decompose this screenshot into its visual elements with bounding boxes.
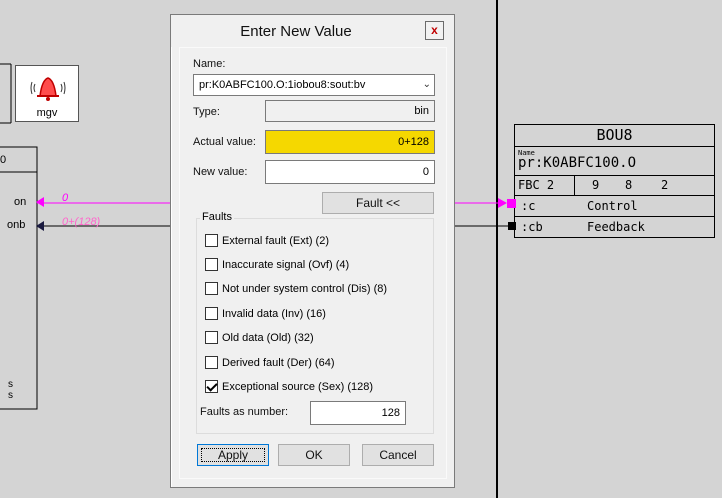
bou8-pin-cb: :cb — [521, 220, 543, 234]
faults-number-input[interactable]: 128 — [310, 401, 406, 425]
name-select[interactable]: pr:K0ABFC100.O:1iobou8:sout:bv ⌄ — [193, 74, 435, 96]
bou8-divider-1 — [515, 146, 714, 147]
bou8-num2: 8 — [625, 178, 633, 192]
fault-checkbox-ovf[interactable]: Inaccurate signal (Ovf) (4) — [205, 258, 349, 274]
signal-onb-value: 0+(128) — [62, 216, 101, 228]
actual-value-field: 0+128 — [265, 130, 435, 154]
alarm-block[interactable]: mgv — [15, 65, 79, 122]
bou8-pin-c-desc: Control — [587, 199, 638, 213]
bou8-pin-cb-desc: Feedback — [587, 220, 645, 234]
bou8-input-c-marker — [498, 198, 507, 208]
focus-rect — [201, 448, 265, 462]
dialog-title-bar[interactable]: Enter New Value x — [171, 15, 454, 47]
bou8-pin-c: :c — [521, 199, 536, 213]
bou8-input-c-square — [507, 199, 516, 208]
bou8-divider-3 — [515, 195, 714, 196]
left-block-s2: s — [8, 390, 13, 401]
fault-label: Not under system control (Dis) (8) — [222, 283, 388, 295]
fault-label: Inaccurate signal (Ovf) (4) — [222, 259, 350, 271]
name-select-value: pr:K0ABFC100.O:1iobou8:sout:bv — [199, 79, 366, 91]
checkbox[interactable] — [205, 331, 218, 344]
chevron-down-icon[interactable]: ⌄ — [423, 75, 431, 95]
ok-button[interactable]: OK — [278, 444, 350, 466]
fault-checkbox-sex[interactable]: Exceptional source (Sex) (128) — [205, 380, 373, 396]
name-label: Name: — [193, 58, 226, 70]
fault-toggle-button[interactable]: Fault << — [322, 192, 434, 214]
type-field: bin — [265, 100, 435, 122]
checkbox-checked[interactable] — [205, 380, 218, 393]
faults-number-label: Faults as number: — [200, 406, 289, 418]
pin-onb-label: onb — [7, 219, 26, 231]
fault-label: Invalid data (Inv) (16) — [222, 308, 326, 320]
bou8-block[interactable]: BOU8 Name pr:K0ABFC100.O FBC 2 9 8 2 :c … — [514, 124, 715, 238]
checkbox[interactable] — [205, 356, 218, 369]
fault-label: Derived fault (Der) (64) — [222, 357, 335, 369]
left-block-header: 0 — [0, 154, 7, 166]
close-icon: x — [431, 23, 438, 37]
bou8-divider-v — [574, 175, 575, 195]
checkbox[interactable] — [205, 234, 218, 247]
bell-icon — [30, 72, 66, 107]
faults-group-title: Faults — [200, 211, 234, 223]
fault-label: Old data (Old) (32) — [222, 332, 314, 344]
cancel-button[interactable]: Cancel — [362, 444, 434, 466]
signal-on-value: 0 — [62, 192, 69, 204]
fault-label: External fault (Ext) (2) — [222, 235, 329, 247]
actual-value-label: Actual value: — [193, 136, 256, 148]
new-value-label: New value: — [193, 166, 248, 178]
pin-on-label: on — [14, 196, 27, 208]
fault-label: Exceptional source (Sex) (128) — [222, 381, 374, 393]
bou8-title: BOU8 — [596, 126, 633, 144]
checkbox[interactable] — [205, 258, 218, 271]
checkbox[interactable] — [205, 282, 218, 295]
bou8-fbc: FBC 2 — [518, 178, 555, 192]
alarm-label: mgv — [36, 107, 58, 119]
new-value-input[interactable]: 0 — [265, 160, 435, 184]
fault-checkbox-inv[interactable]: Invalid data (Inv) (16) — [205, 307, 326, 323]
fault-checkbox-dis[interactable]: Not under system control (Dis) (8) — [205, 282, 387, 298]
bou8-input-cb-square — [508, 222, 516, 230]
type-label: Type: — [193, 106, 220, 118]
left-block-s1: s — [8, 379, 13, 390]
dialog-title: Enter New Value — [240, 23, 352, 40]
bou8-num3: 2 — [661, 178, 669, 192]
bou8-divider-4 — [515, 216, 714, 217]
apply-button[interactable]: Apply — [197, 444, 269, 466]
bou8-num1: 9 — [592, 178, 600, 192]
pin-onb-arrow — [36, 221, 44, 231]
fault-checkbox-old[interactable]: Old data (Old) (32) — [205, 331, 314, 347]
bou8-divider-2 — [515, 175, 714, 176]
close-button[interactable]: x — [425, 21, 444, 40]
fault-checkbox-ext[interactable]: External fault (Ext) (2) — [205, 234, 329, 250]
pin-on-arrow — [36, 197, 44, 207]
bou8-name: pr:K0ABFC100.O — [518, 155, 637, 171]
checkbox[interactable] — [205, 307, 218, 320]
fault-checkbox-der[interactable]: Derived fault (Der) (64) — [205, 356, 334, 372]
